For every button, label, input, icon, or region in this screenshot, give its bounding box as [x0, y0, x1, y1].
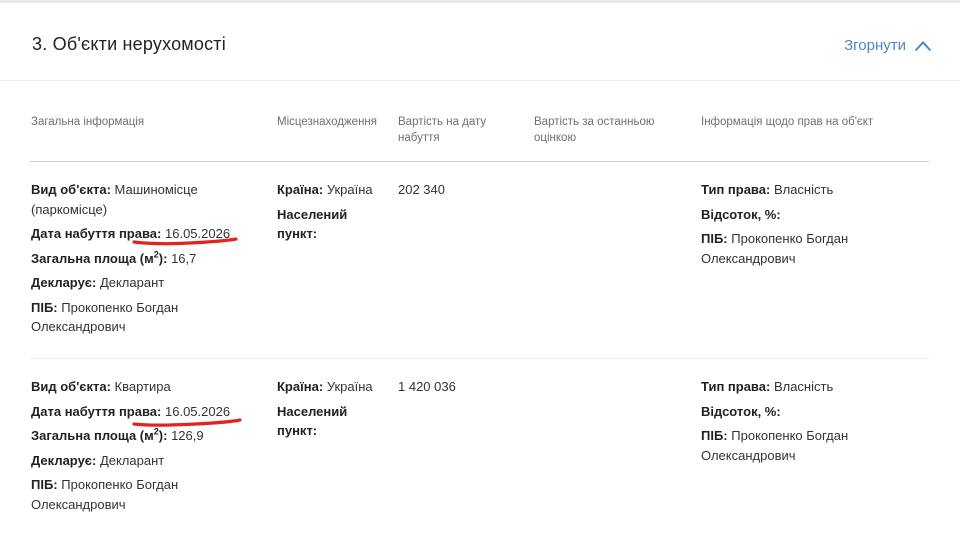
row-divider — [30, 358, 929, 359]
declarant-field: Декларує: Декларант — [31, 452, 165, 468]
row-2-location: Країна: Україна Населений пункт: — [277, 377, 387, 446]
country-field: Країна: Україна — [277, 379, 373, 394]
settlement-field: Населений пункт: — [277, 206, 348, 242]
declarant-value: Декларант — [99, 452, 165, 468]
acquisition-date-value: 16.05.2026 — [165, 403, 231, 419]
percent-field: Відсоток, %: — [701, 206, 781, 222]
object-type-field: Вид об'єкта: Машиномісце (паркомісце) — [31, 182, 198, 217]
object-type-value: Квартира — [114, 379, 171, 394]
right-pib-field: ПІБ: Прокопенко Богдан Олександрович — [701, 428, 849, 463]
country-value: Україна — [326, 182, 373, 197]
row-1-location: Країна: Україна Населений пункт: — [277, 180, 387, 249]
column-header-location: Місцезнаходження — [277, 116, 377, 128]
column-header-general: Загальна інформація — [31, 116, 145, 128]
country-value: Україна — [326, 379, 373, 394]
right-pib-field: ПІБ: Прокопенко Богдан Олександрович — [701, 231, 849, 266]
column-header-rights: Інформація щодо прав на об'єкт — [701, 116, 874, 128]
table-header-divider — [30, 161, 929, 162]
declaration-page: 3. Об'єкти нерухомості Згорнути Загальна… — [0, 0, 960, 552]
settlement-field: Населений пункт: — [277, 403, 348, 439]
area-field: Загальна площа (м2): 126,9 — [31, 426, 204, 443]
object-type-field: Вид об'єкта: Квартира — [31, 379, 171, 394]
column-header-cost-acquisition: Вартість на дату набуття — [398, 116, 487, 144]
declarant-field: Декларує: Декларант — [31, 275, 165, 290]
country-field: Країна: Україна — [277, 182, 373, 197]
pib-field: ПІБ: Прокопенко Богдан Олександрович — [31, 299, 179, 335]
pib-field: ПІБ: Прокопенко Богдан Олександрович — [31, 477, 179, 512]
row-2-cost-acquisition: 1 420 036 — [398, 379, 456, 394]
row-2-general: Вид об'єкта: Квартира Дата набуття права… — [31, 377, 251, 519]
section-title: 3. Об'єкти нерухомості — [32, 34, 226, 54]
collapse-label: Згорнути — [844, 37, 906, 54]
right-type-value: Власність — [773, 379, 834, 394]
header-divider — [0, 80, 960, 81]
area-value: 16,7 — [171, 250, 197, 266]
right-type-field: Тип права: Власність — [701, 182, 834, 197]
declarant-value: Декларант — [99, 275, 165, 290]
row-1-cost-acquisition: 202 340 — [398, 182, 445, 197]
row-2-rights: Тип права: Власність Відсоток, %: ПІБ: П… — [701, 377, 911, 470]
column-header-cost-last: Вартість за останньою оцінкою — [534, 116, 655, 144]
acquisition-date-field: Дата набуття права: 16.05.2026 — [31, 226, 231, 241]
area-value: 126,9 — [171, 428, 204, 443]
collapse-button[interactable]: Згорнути — [844, 37, 932, 54]
acquisition-date-value: 16.05.2026 — [165, 226, 231, 241]
chevron-up-icon — [914, 40, 932, 51]
acquisition-date-field: Дата набуття права: 16.05.2026 — [31, 403, 231, 419]
top-divider — [0, 0, 960, 3]
row-1-general: Вид об'єкта: Машиномісце (паркомісце) Да… — [31, 180, 251, 342]
percent-field: Відсоток, %: — [701, 403, 781, 419]
row-1-rights: Тип права: Власність Відсоток, %: ПІБ: П… — [701, 180, 911, 273]
right-type-value: Власність — [773, 182, 834, 197]
area-field: Загальна площа (м2): 16,7 — [31, 249, 197, 266]
right-type-field: Тип права: Власність — [701, 379, 834, 394]
